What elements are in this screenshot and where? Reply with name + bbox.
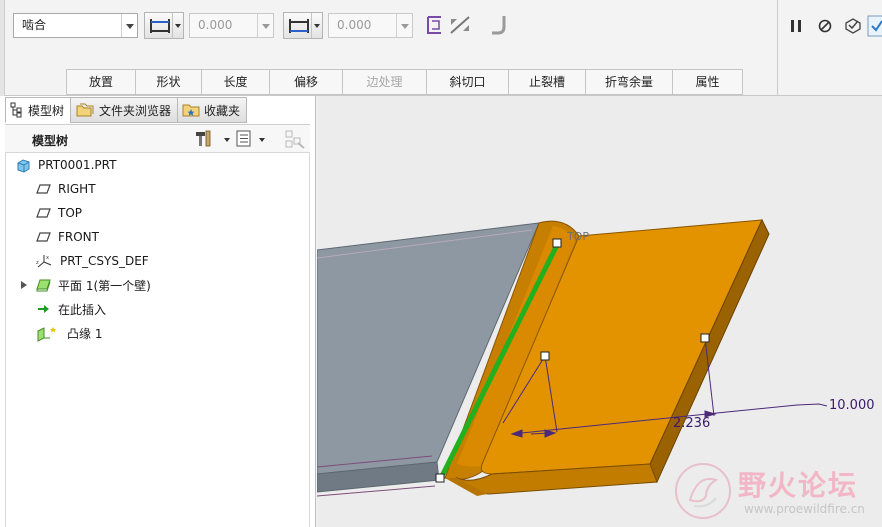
watermark-logo-icon	[675, 463, 731, 519]
profile-sketch-icon[interactable]	[425, 14, 445, 36]
tree-item-label: PRT_CSYS_DEF	[60, 254, 149, 268]
verify-preview-icon[interactable]	[843, 15, 863, 35]
tree-filter-icon[interactable]	[284, 129, 306, 149]
model-tree-header: 模型树	[5, 124, 310, 152]
navigator-tabs: 模型树 文件夹浏览器 收藏夹	[5, 97, 248, 123]
drag-handle[interactable]	[552, 238, 562, 248]
pause-icon[interactable]	[788, 18, 804, 34]
flange-icon	[37, 326, 56, 342]
svg-text:z: z	[36, 260, 39, 266]
chevron-down-icon[interactable]	[311, 13, 322, 38]
tree-item-label: PRT0001.PRT	[38, 158, 117, 172]
tab-miter-cuts[interactable]: 斜切口	[426, 69, 508, 95]
offset2-value-field[interactable]: 0.000	[328, 13, 413, 38]
ribbon-left-edge	[0, 0, 5, 96]
chevron-down-icon[interactable]	[172, 13, 183, 38]
expand-arrow-icon[interactable]	[21, 281, 27, 289]
tree-item-insert-here[interactable]: 在此插入	[36, 299, 106, 319]
tree-item-planar-wall[interactable]: 平面 1(第一个壁)	[21, 275, 151, 295]
flip-direction-icon[interactable]	[448, 14, 472, 36]
tab-model-tree[interactable]: 模型树	[5, 97, 72, 123]
chevron-down-icon[interactable]	[257, 14, 273, 37]
model-tree-tools	[195, 129, 305, 152]
watermark-title: 野火论坛	[738, 469, 859, 502]
tree-item-right[interactable]: RIGHT	[36, 179, 96, 199]
drag-handle[interactable]	[435, 473, 445, 483]
tab-placement[interactable]: 放置	[66, 69, 135, 95]
tree-item-top[interactable]: TOP	[36, 203, 82, 223]
tab-shape[interactable]: 形状	[135, 69, 201, 95]
tree-item-label: 平面 1(第一个壁)	[58, 278, 151, 293]
tab-favorites-label: 收藏夹	[204, 103, 241, 118]
tree-item-part[interactable]: PRT0001.PRT	[16, 155, 116, 175]
offset1-mode-button[interactable]	[144, 12, 184, 39]
tab-relief[interactable]: 止裂槽	[508, 69, 585, 95]
offset2-mode-button[interactable]	[283, 12, 323, 39]
offset1-value-field[interactable]: 0.000	[189, 13, 274, 38]
tree-item-label: 凸缘 1	[67, 326, 103, 341]
watermark: 野火论坛 www.proewildfire.cn	[672, 460, 882, 524]
model-tree-icon	[10, 102, 22, 118]
feature-tabs: 放置 形状 长度 偏移 边处理 斜切口 止裂槽 折弯余量 属性	[66, 69, 743, 95]
bend-radius-icon[interactable]	[490, 14, 510, 36]
offset-chain-icon	[150, 19, 170, 33]
tab-edge-treatment[interactable]: 边处理	[342, 69, 426, 95]
tab-model-tree-label: 模型树	[28, 103, 65, 118]
ribbon-separator	[777, 0, 778, 96]
flange-type-value: 啮合	[22, 18, 47, 32]
no-preview-icon[interactable]	[817, 18, 833, 34]
tree-item-label: TOP	[58, 206, 83, 220]
datum-top-label: TOP	[567, 230, 590, 243]
tree-item-label: FRONT	[58, 230, 99, 244]
tab-favorites[interactable]: 收藏夹	[177, 97, 248, 123]
part-icon	[17, 158, 30, 173]
tab-bend-allowance[interactable]: 折弯余量	[585, 69, 672, 95]
datum-plane-icon	[36, 184, 51, 194]
chevron-down-icon[interactable]	[396, 14, 412, 37]
tree-item-front[interactable]: FRONT	[36, 227, 99, 247]
drag-handle[interactable]	[700, 333, 710, 343]
tab-properties[interactable]: 属性	[672, 69, 743, 95]
tab-offset[interactable]: 偏移	[269, 69, 342, 95]
csys-icon: x z	[36, 254, 52, 267]
model-tree-title: 模型树	[32, 134, 69, 148]
planar-wall-icon	[36, 279, 51, 292]
tree-item-label: RIGHT	[58, 182, 96, 196]
tree-item-csys[interactable]: x z PRT_CSYS_DEF	[36, 251, 149, 271]
datum-plane-icon	[36, 208, 51, 218]
offset1-value: 0.000	[198, 18, 233, 32]
tree-show-list-icon[interactable]	[236, 130, 265, 147]
tree-settings-hammer-icon[interactable]	[196, 130, 230, 147]
offset-chain-icon	[289, 19, 309, 33]
offset2-value: 0.000	[337, 18, 372, 32]
graphics-viewport[interactable]: TOP 10.000 2.236 野火论坛 www.proewildfire.c…	[317, 96, 882, 527]
model-tree-toolbar	[196, 130, 265, 147]
insert-here-arrow-icon	[38, 305, 49, 313]
tab-length[interactable]: 长度	[201, 69, 269, 95]
tab-folder-browser[interactable]: 文件夹浏览器	[70, 97, 179, 123]
dimension-length-value[interactable]: 10.000	[829, 398, 875, 413]
datum-plane-icon	[36, 232, 51, 242]
dimension-offset-value[interactable]: 2.236	[673, 416, 710, 431]
flange-type-select[interactable]: 啮合	[13, 13, 138, 38]
svg-text:x: x	[46, 255, 49, 261]
apply-icon[interactable]	[866, 15, 882, 37]
folder-browser-icon	[76, 103, 94, 117]
tab-folder-browser-label: 文件夹浏览器	[99, 103, 172, 118]
navigator-panel: 模型树 文件夹浏览器 收藏夹 模型树 PRT0001.PRT RIGHT TOP…	[0, 96, 316, 527]
model-tree: PRT0001.PRT RIGHT TOP FRONT x z PRT_CSYS…	[5, 152, 310, 527]
tree-item-flange[interactable]: 凸缘 1	[36, 323, 102, 343]
tree-item-label: 在此插入	[58, 302, 107, 317]
favorites-icon	[182, 104, 200, 117]
ribbon: 啮合 0.000 0.000 放置 形状 长度 偏移 边处理 斜切口 止裂槽 折…	[0, 0, 882, 96]
chevron-down-icon[interactable]	[121, 14, 137, 37]
drag-handle[interactable]	[540, 351, 550, 361]
watermark-url: www.proewildfire.cn	[744, 502, 865, 516]
